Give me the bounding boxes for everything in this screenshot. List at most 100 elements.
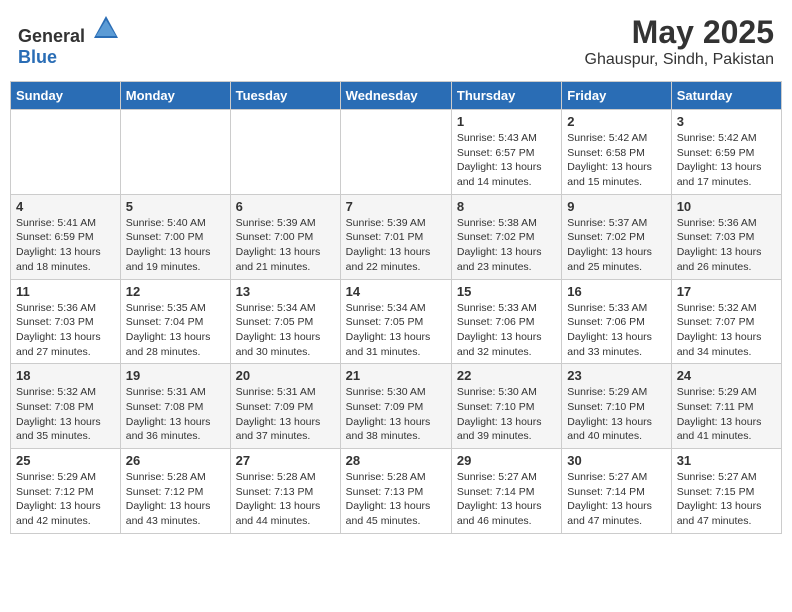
day-number: 14 <box>346 284 446 299</box>
day-number: 11 <box>16 284 115 299</box>
column-header-saturday: Saturday <box>671 82 781 110</box>
day-info: Sunrise: 5:33 AM Sunset: 7:06 PM Dayligh… <box>567 301 665 360</box>
column-header-friday: Friday <box>562 82 671 110</box>
calendar-week-1: 1 Sunrise: 5:43 AM Sunset: 6:57 PM Daylig… <box>11 110 782 195</box>
column-header-monday: Monday <box>120 82 230 110</box>
calendar-cell: 17Sunrise: 5:32 AM Sunset: 7:07 PM Dayli… <box>671 279 781 364</box>
day-number: 12 <box>126 284 225 299</box>
calendar-cell: 31 Sunrise: 5:27 AM Sunset: 7:15 PM Dayli… <box>671 449 781 534</box>
logo: General Blue <box>18 14 120 68</box>
calendar-cell: 24 Sunrise: 5:29 AM Sunset: 7:11 PM Dayli… <box>671 364 781 449</box>
calendar-week-3: 11 Sunrise: 5:36 AM Sunset: 7:03 PM Dayli… <box>11 279 782 364</box>
calendar-cell: 30Sunrise: 5:27 AM Sunset: 7:14 PM Dayli… <box>562 449 671 534</box>
calendar-cell: 5Sunrise: 5:40 AM Sunset: 7:00 PM Daylig… <box>120 194 230 279</box>
calendar-cell: 12 Sunrise: 5:35 AM Sunset: 7:04 PM Dayli… <box>120 279 230 364</box>
calendar-cell <box>120 110 230 195</box>
calendar-cell: 16 Sunrise: 5:33 AM Sunset: 7:06 PM Dayli… <box>562 279 671 364</box>
day-info: Sunrise: 5:38 AM Sunset: 7:02 PM Dayligh… <box>457 216 556 275</box>
day-number: 9 <box>567 199 665 214</box>
day-number: 22 <box>457 368 556 383</box>
day-info: Sunrise: 5:36 AM Sunset: 7:03 PM Dayligh… <box>677 216 776 275</box>
day-info: Sunrise: 5:37 AM Sunset: 7:02 PM Dayligh… <box>567 216 665 275</box>
calendar-body: 1 Sunrise: 5:43 AM Sunset: 6:57 PM Daylig… <box>11 110 782 534</box>
day-number: 6 <box>236 199 335 214</box>
calendar-cell: 9 Sunrise: 5:37 AM Sunset: 7:02 PM Daylig… <box>562 194 671 279</box>
day-info: Sunrise: 5:29 AM Sunset: 7:12 PM Dayligh… <box>16 470 115 529</box>
day-number: 10 <box>677 199 776 214</box>
day-number: 16 <box>567 284 665 299</box>
calendar-cell: 2Sunrise: 5:42 AM Sunset: 6:58 PM Daylig… <box>562 110 671 195</box>
day-info: Sunrise: 5:40 AM Sunset: 7:00 PM Dayligh… <box>126 216 225 275</box>
day-info: Sunrise: 5:27 AM Sunset: 7:15 PM Dayligh… <box>677 470 776 529</box>
day-info: Sunrise: 5:34 AM Sunset: 7:05 PM Dayligh… <box>236 301 335 360</box>
calendar-cell: 1 Sunrise: 5:43 AM Sunset: 6:57 PM Daylig… <box>451 110 561 195</box>
day-info: Sunrise: 5:42 AM Sunset: 6:59 PM Dayligh… <box>677 131 776 190</box>
calendar-cell: 18Sunrise: 5:32 AM Sunset: 7:08 PM Dayli… <box>11 364 121 449</box>
calendar-week-2: 4Sunrise: 5:41 AM Sunset: 6:59 PM Daylig… <box>11 194 782 279</box>
calendar-cell: 7Sunrise: 5:39 AM Sunset: 7:01 PM Daylig… <box>340 194 451 279</box>
day-info: Sunrise: 5:35 AM Sunset: 7:04 PM Dayligh… <box>126 301 225 360</box>
day-info: Sunrise: 5:30 AM Sunset: 7:09 PM Dayligh… <box>346 385 446 444</box>
day-number: 1 <box>457 114 556 129</box>
calendar-cell: 11 Sunrise: 5:36 AM Sunset: 7:03 PM Dayli… <box>11 279 121 364</box>
day-info: Sunrise: 5:28 AM Sunset: 7:13 PM Dayligh… <box>346 470 446 529</box>
column-header-wednesday: Wednesday <box>340 82 451 110</box>
main-title: May 2025 <box>585 14 774 51</box>
sub-title: Ghauspur, Sindh, Pakistan <box>585 51 774 69</box>
page-header: General Blue May 2025 Ghauspur, Sindh, P… <box>10 10 782 73</box>
calendar-week-4: 18Sunrise: 5:32 AM Sunset: 7:08 PM Dayli… <box>11 364 782 449</box>
day-number: 24 <box>677 368 776 383</box>
day-number: 15 <box>457 284 556 299</box>
day-info: Sunrise: 5:29 AM Sunset: 7:11 PM Dayligh… <box>677 385 776 444</box>
day-info: Sunrise: 5:29 AM Sunset: 7:10 PM Dayligh… <box>567 385 665 444</box>
day-number: 27 <box>236 453 335 468</box>
calendar-cell: 27Sunrise: 5:28 AM Sunset: 7:13 PM Dayli… <box>230 449 340 534</box>
calendar-table: SundayMondayTuesdayWednesdayThursdayFrid… <box>10 81 782 534</box>
calendar-cell: 10 Sunrise: 5:36 AM Sunset: 7:03 PM Dayli… <box>671 194 781 279</box>
day-info: Sunrise: 5:30 AM Sunset: 7:10 PM Dayligh… <box>457 385 556 444</box>
day-info: Sunrise: 5:28 AM Sunset: 7:12 PM Dayligh… <box>126 470 225 529</box>
day-number: 23 <box>567 368 665 383</box>
day-number: 30 <box>567 453 665 468</box>
day-number: 26 <box>126 453 225 468</box>
day-info: Sunrise: 5:36 AM Sunset: 7:03 PM Dayligh… <box>16 301 115 360</box>
title-block: May 2025 Ghauspur, Sindh, Pakistan <box>585 14 774 69</box>
calendar-cell: 26 Sunrise: 5:28 AM Sunset: 7:12 PM Dayli… <box>120 449 230 534</box>
logo-general: General <box>18 26 85 46</box>
day-number: 31 <box>677 453 776 468</box>
day-info: Sunrise: 5:34 AM Sunset: 7:05 PM Dayligh… <box>346 301 446 360</box>
day-number: 19 <box>126 368 225 383</box>
calendar-header-row: SundayMondayTuesdayWednesdayThursdayFrid… <box>11 82 782 110</box>
day-number: 2 <box>567 114 665 129</box>
calendar-cell: 19Sunrise: 5:31 AM Sunset: 7:08 PM Dayli… <box>120 364 230 449</box>
day-number: 20 <box>236 368 335 383</box>
day-number: 7 <box>346 199 446 214</box>
logo-icon <box>92 14 120 42</box>
calendar-cell: 8 Sunrise: 5:38 AM Sunset: 7:02 PM Daylig… <box>451 194 561 279</box>
calendar-cell: 3Sunrise: 5:42 AM Sunset: 6:59 PM Daylig… <box>671 110 781 195</box>
day-number: 13 <box>236 284 335 299</box>
calendar-cell: 28Sunrise: 5:28 AM Sunset: 7:13 PM Dayli… <box>340 449 451 534</box>
day-info: Sunrise: 5:33 AM Sunset: 7:06 PM Dayligh… <box>457 301 556 360</box>
calendar-cell: 23 Sunrise: 5:29 AM Sunset: 7:10 PM Dayli… <box>562 364 671 449</box>
column-header-tuesday: Tuesday <box>230 82 340 110</box>
day-number: 18 <box>16 368 115 383</box>
day-info: Sunrise: 5:31 AM Sunset: 7:09 PM Dayligh… <box>236 385 335 444</box>
day-number: 8 <box>457 199 556 214</box>
logo-blue: Blue <box>18 47 57 67</box>
logo-text: General Blue <box>18 14 120 68</box>
calendar-cell: 21 Sunrise: 5:30 AM Sunset: 7:09 PM Dayli… <box>340 364 451 449</box>
day-info: Sunrise: 5:43 AM Sunset: 6:57 PM Dayligh… <box>457 131 556 190</box>
calendar-cell: 14 Sunrise: 5:34 AM Sunset: 7:05 PM Dayli… <box>340 279 451 364</box>
day-number: 21 <box>346 368 446 383</box>
calendar-cell: 13 Sunrise: 5:34 AM Sunset: 7:05 PM Dayli… <box>230 279 340 364</box>
day-info: Sunrise: 5:27 AM Sunset: 7:14 PM Dayligh… <box>457 470 556 529</box>
day-number: 17 <box>677 284 776 299</box>
calendar-cell <box>340 110 451 195</box>
calendar-cell: 20 Sunrise: 5:31 AM Sunset: 7:09 PM Dayli… <box>230 364 340 449</box>
calendar-cell <box>230 110 340 195</box>
calendar-cell: 6 Sunrise: 5:39 AM Sunset: 7:00 PM Daylig… <box>230 194 340 279</box>
day-info: Sunrise: 5:39 AM Sunset: 7:00 PM Dayligh… <box>236 216 335 275</box>
calendar-week-5: 25 Sunrise: 5:29 AM Sunset: 7:12 PM Dayli… <box>11 449 782 534</box>
day-number: 25 <box>16 453 115 468</box>
